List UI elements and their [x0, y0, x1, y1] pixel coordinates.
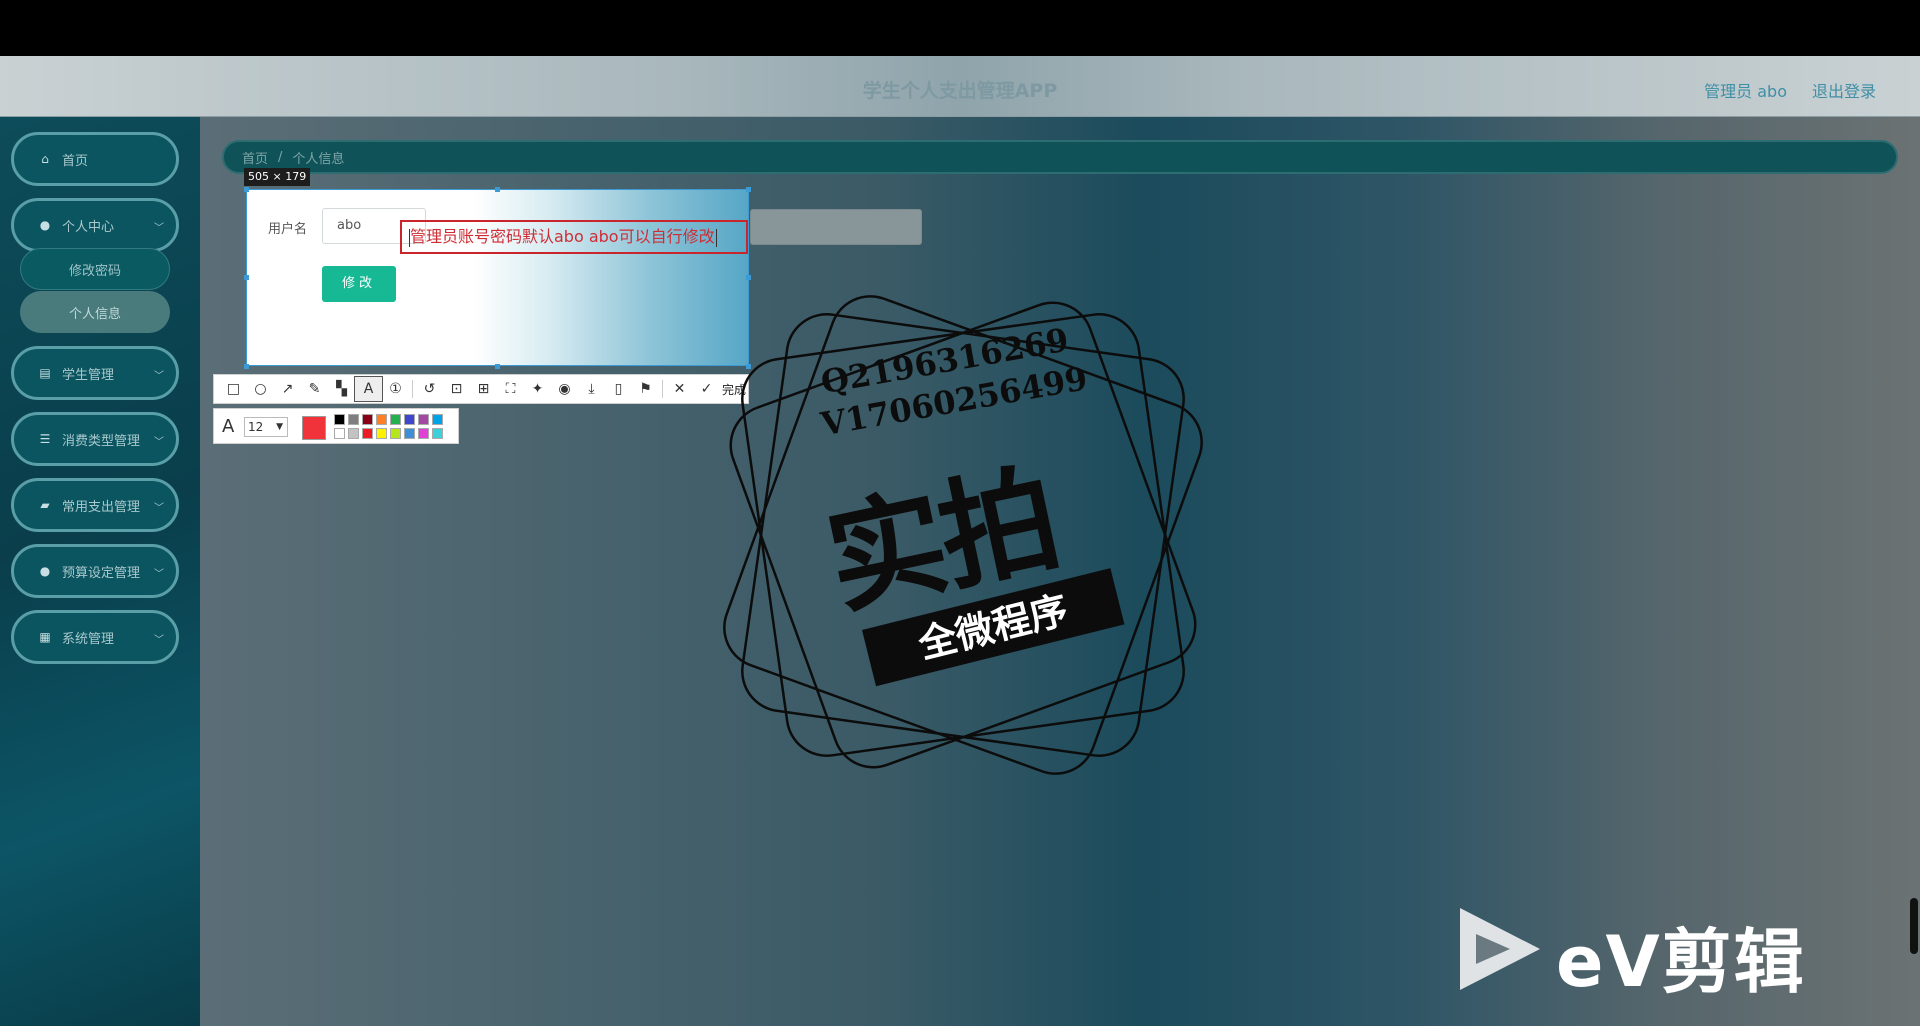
color-swatch[interactable] [418, 428, 429, 439]
bookmark-icon[interactable]: ⚑ [632, 377, 659, 401]
sidebar-item-label: 首页 [62, 153, 89, 169]
annotation-text: 管理员账号密码默认abo abo可以自行修改 [410, 227, 715, 246]
logout-link[interactable]: 退出登录 [1812, 78, 1876, 102]
toolbar-divider [662, 380, 663, 398]
ocr-icon[interactable]: ⊡ [443, 377, 470, 401]
resize-handle[interactable] [495, 364, 500, 369]
clipboard-icon: ▤ [39, 366, 51, 380]
toolbar-divider [412, 380, 413, 398]
color-swatch[interactable] [334, 414, 345, 425]
list-icon: ☰ [39, 432, 51, 446]
arrow-icon[interactable]: ↗ [274, 377, 301, 401]
sidebar-item-label: 系统管理 [62, 631, 115, 647]
ev-brand-watermark: eV剪辑 [1556, 921, 1806, 1003]
app-header: 学生个人支出管理APP 管理员 abo 退出登录 [0, 56, 1920, 117]
undo-icon[interactable]: ↺ [416, 377, 443, 401]
sidebar-item-label: 个人中心 [62, 219, 115, 235]
long-screenshot-icon[interactable]: ⛶ [497, 377, 524, 401]
download-icon[interactable]: ⤓ [578, 377, 605, 401]
text-cursor [715, 228, 717, 247]
submit-button[interactable]: 修改 [322, 266, 396, 302]
color-swatch[interactable] [418, 414, 429, 425]
resize-handle[interactable] [495, 187, 500, 192]
color-swatch[interactable] [390, 414, 401, 425]
user-icon: ● [39, 564, 51, 578]
font-size-value: 12 [248, 420, 264, 434]
top-black-bar [0, 0, 1920, 56]
sidebar-item-common-expenses[interactable]: ▰ 常用支出管理 ﹀ [11, 478, 179, 532]
numbered-marker-icon[interactable]: ① [382, 377, 409, 401]
submenu-change-password[interactable]: 修改密码 [20, 248, 170, 290]
sidebar-item-system[interactable]: ▦ 系统管理 ﹀ [11, 610, 179, 664]
thumbs-up-icon: ▰ [40, 498, 50, 512]
annotation-text-box[interactable]: 管理员账号密码默认abo abo可以自行修改 [400, 220, 748, 254]
breadcrumb: 首页 / 个人信息 [222, 140, 1898, 174]
resize-handle[interactable] [244, 364, 249, 369]
color-swatch[interactable] [376, 414, 387, 425]
pin-icon[interactable]: ✦ [524, 377, 551, 401]
sidebar-item-home[interactable]: ⌂ 首页 [11, 132, 179, 186]
color-swatch[interactable] [390, 428, 401, 439]
color-swatch[interactable] [362, 428, 373, 439]
color-swatch[interactable] [334, 428, 345, 439]
chevron-down-icon: ﹀ [154, 569, 164, 580]
rectangle-icon[interactable]: □ [220, 377, 247, 401]
dropdown-arrow-icon: ▼ [276, 422, 283, 432]
chevron-down-icon: ﹀ [154, 635, 164, 646]
chevron-down-icon: ﹀ [154, 437, 164, 448]
app-title: 学生个人支出管理APP [862, 80, 1058, 102]
ev-logo-icon [1460, 908, 1540, 990]
translate-icon[interactable]: ⊞ [470, 377, 497, 401]
capture-toolbar: □ ○ ↗ ✎ ▚ A ① ↺ ⊡ ⊞ ⛶ ✦ ◉ ⤓ ▯ ⚑ ✕ ✓ 完成 [213, 374, 749, 404]
chevron-down-icon: ﹀ [154, 503, 164, 514]
background-input-field [750, 209, 922, 245]
username-label: 用户名 [268, 222, 308, 237]
pencil-icon[interactable]: ✎ [301, 377, 328, 401]
resize-handle[interactable] [746, 275, 751, 280]
resize-handle[interactable] [244, 275, 249, 280]
mosaic-icon[interactable]: ▚ [328, 377, 355, 401]
text-style-palette: A 12 ▼ [213, 408, 459, 444]
sidebar-item-label: 消费类型管理 [62, 433, 141, 449]
grid-icon: ▦ [39, 630, 51, 644]
color-swatch[interactable] [348, 428, 359, 439]
color-swatch[interactable] [404, 428, 415, 439]
phone-icon[interactable]: ▯ [605, 377, 632, 401]
resize-handle[interactable] [746, 187, 751, 192]
sidebar-item-label: 学生管理 [62, 367, 115, 383]
sidebar-item-label: 预算设定管理 [62, 565, 141, 581]
breadcrumb-separator: / [278, 149, 283, 165]
record-icon[interactable]: ◉ [551, 377, 578, 401]
home-icon: ⌂ [41, 152, 49, 166]
circle-icon[interactable]: ○ [247, 377, 274, 401]
color-swatch[interactable] [432, 428, 443, 439]
font-size-select[interactable]: 12 ▼ [244, 417, 288, 437]
sidebar-item-students[interactable]: ▤ 学生管理 ﹀ [11, 346, 179, 400]
color-swatch[interactable] [362, 414, 373, 425]
breadcrumb-current: 个人信息 [292, 151, 345, 167]
current-color-swatch[interactable] [302, 416, 326, 440]
color-swatch[interactable] [432, 414, 443, 425]
selection-size-label: 505 × 179 [244, 168, 311, 186]
chevron-down-icon: ﹀ [154, 223, 164, 234]
user-icon: ● [39, 218, 51, 232]
resize-handle[interactable] [244, 187, 249, 192]
font-icon: A [222, 416, 235, 437]
close-icon[interactable]: ✕ [666, 377, 693, 401]
chevron-down-icon: ﹀ [154, 371, 164, 382]
breadcrumb-home[interactable]: 首页 [242, 148, 268, 167]
color-swatch[interactable] [348, 414, 359, 425]
sidebar-item-personal-center[interactable]: ● 个人中心 ﹀ [11, 198, 179, 252]
sidebar-item-budget[interactable]: ● 预算设定管理 ﹀ [11, 544, 179, 598]
sidebar-item-label: 常用支出管理 [62, 499, 141, 515]
scrollbar-thumb[interactable] [1910, 898, 1918, 954]
admin-user-label[interactable]: 管理员 abo [1704, 78, 1787, 102]
color-swatch[interactable] [404, 414, 415, 425]
text-icon[interactable]: A [354, 376, 383, 402]
submenu-personal-info[interactable]: 个人信息 [20, 291, 170, 333]
sidebar-item-expense-types[interactable]: ☰ 消费类型管理 ﹀ [11, 412, 179, 466]
color-swatch[interactable] [376, 428, 387, 439]
check-icon[interactable]: ✓ [693, 377, 720, 401]
